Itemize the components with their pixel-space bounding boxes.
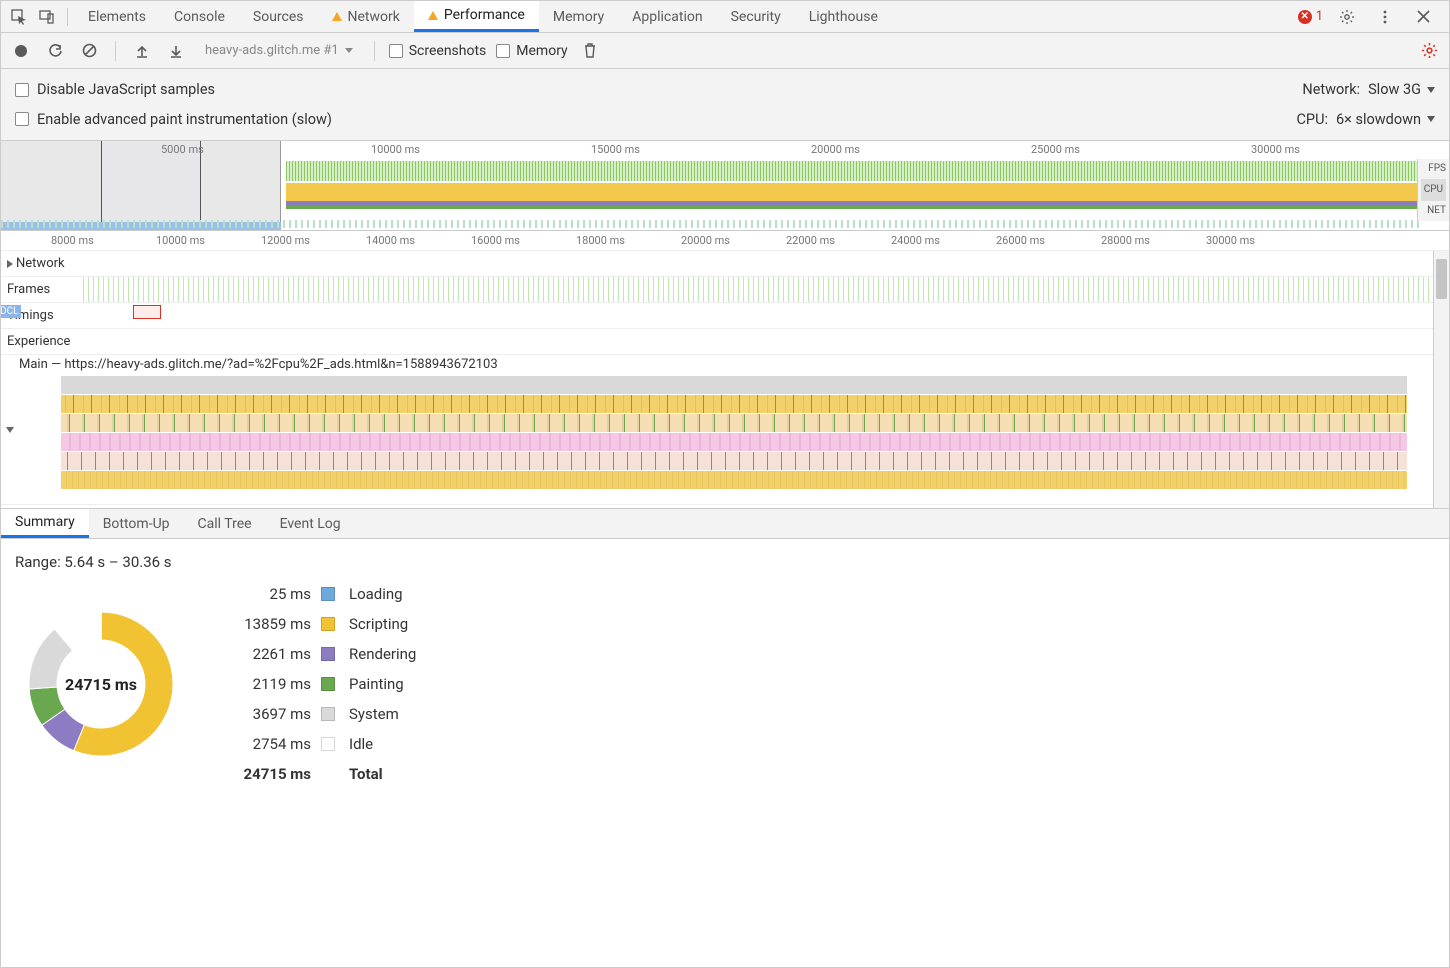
main-track-title: Main — https://heavy-ads.glitch.me/?ad=%… (19, 357, 498, 372)
overview-lane-labels: FPS CPU NET (1417, 159, 1449, 221)
cpu-throttle-label: CPU: (1296, 111, 1328, 128)
flame-row[interactable] (61, 452, 1407, 470)
swatch-system (321, 707, 335, 721)
swatch-rendering (321, 647, 335, 661)
swatch-idle (321, 737, 335, 751)
tab-call-tree[interactable]: Call Tree (184, 509, 266, 538)
flame-row[interactable] (61, 395, 1407, 413)
network-throttle-label: Network: (1302, 81, 1360, 98)
separator (115, 41, 116, 61)
swatch-painting (321, 677, 335, 691)
device-toggle-icon[interactable] (33, 3, 61, 31)
clear-button[interactable] (77, 39, 101, 63)
timing-marker (133, 305, 161, 319)
capture-settings-panel: Disable JavaScript samples Network: Slow… (1, 69, 1449, 141)
flame-row[interactable] (61, 471, 1407, 489)
inspect-icon[interactable] (5, 3, 33, 31)
overview-tick: 15000 ms (591, 143, 640, 156)
tab-summary[interactable]: Summary (1, 509, 89, 538)
donut-center-total: 24715 ms (21, 604, 181, 764)
chevron-down-icon (1427, 87, 1435, 93)
tab-lighthouse[interactable]: Lighthouse (795, 1, 892, 32)
swatch-scripting (321, 617, 335, 631)
flame-chart-tracks[interactable]: Network Frames DCL Timings Experience Ma… (1, 251, 1449, 509)
capture-settings-gear-icon[interactable] (1417, 39, 1441, 63)
summary-panel: Range: 5.64 s – 30.36 s 24715 ms 25 msLo… (1, 539, 1449, 797)
devtools-tabs-bar: Elements Console Sources Network Perform… (1, 1, 1449, 33)
more-menu-icon[interactable] (1371, 3, 1399, 31)
flame-row[interactable] (61, 376, 1407, 394)
track-main[interactable]: Main — https://heavy-ads.glitch.me/?ad=%… (1, 355, 1449, 505)
track-timings[interactable]: DCL Timings (1, 303, 1449, 329)
summary-range: Range: 5.64 s – 30.36 s (15, 553, 1435, 571)
tab-network[interactable]: Network (318, 1, 414, 32)
panel-tabs: Elements Console Sources Network Perform… (74, 1, 1298, 32)
reload-button[interactable] (43, 39, 67, 63)
download-profile-button[interactable] (164, 39, 188, 63)
tab-console[interactable]: Console (160, 1, 239, 32)
network-throttle-select[interactable]: Slow 3G (1368, 81, 1435, 98)
overview-tick: 30000 ms (1251, 143, 1300, 156)
timeline-ruler[interactable]: 8000 ms 10000 ms 12000 ms 14000 ms 16000… (1, 231, 1449, 251)
swatch-loading (321, 587, 335, 601)
overview-tick: 25000 ms (1031, 143, 1080, 156)
trash-button[interactable] (578, 39, 602, 63)
track-frames[interactable]: Frames (1, 277, 1449, 303)
error-count-badge[interactable]: ✕ 1 (1298, 9, 1323, 24)
expand-icon[interactable] (7, 260, 13, 268)
settings-gear-icon[interactable] (1333, 3, 1361, 31)
separator (374, 41, 375, 61)
flame-row[interactable] (61, 414, 1407, 432)
chevron-down-icon (345, 48, 353, 53)
tab-bottom-up[interactable]: Bottom-Up (89, 509, 184, 538)
overview-tick: 5000 ms (161, 143, 204, 156)
dcl-marker: DCL (1, 305, 21, 318)
overview-tick: 20000 ms (811, 143, 860, 156)
summary-legend: 25 msLoading 13859 msScripting 2261 msRe… (221, 585, 416, 783)
track-experience[interactable]: Experience (1, 329, 1449, 355)
tab-security[interactable]: Security (717, 1, 795, 32)
warning-icon (332, 12, 342, 21)
separator (67, 8, 68, 26)
summary-donut-chart: 24715 ms (21, 604, 181, 764)
enable-paint-instrumentation-checkbox[interactable]: Enable advanced paint instrumentation (s… (15, 111, 332, 128)
tab-memory[interactable]: Memory (539, 1, 618, 32)
flame-row[interactable] (61, 433, 1407, 451)
overview-fps-lane (286, 161, 1421, 181)
timeline-overview[interactable]: 5000 ms 10000 ms 15000 ms 20000 ms 25000… (1, 141, 1449, 231)
details-tabs: Summary Bottom-Up Call Tree Event Log (1, 509, 1449, 539)
error-icon: ✕ (1298, 10, 1312, 24)
vertical-scrollbar[interactable] (1433, 251, 1449, 508)
overview-net-lane (1, 220, 1421, 228)
collapse-icon[interactable] (6, 427, 14, 433)
close-icon[interactable] (1409, 3, 1437, 31)
tab-elements[interactable]: Elements (74, 1, 160, 32)
tab-sources[interactable]: Sources (239, 1, 318, 32)
memory-checkbox[interactable]: Memory (496, 43, 567, 59)
record-button[interactable] (9, 39, 33, 63)
chevron-down-icon (1427, 116, 1435, 122)
profile-selector[interactable]: heavy-ads.glitch.me #1 (198, 40, 360, 61)
tab-application[interactable]: Application (618, 1, 716, 32)
tab-performance[interactable]: Performance (414, 1, 539, 32)
track-network[interactable]: Network (1, 251, 1449, 277)
warning-icon (428, 11, 438, 20)
cpu-throttle-select[interactable]: 6× slowdown (1336, 111, 1435, 128)
overview-tick: 10000 ms (371, 143, 420, 156)
overview-selection[interactable] (1, 141, 281, 230)
upload-profile-button[interactable] (130, 39, 154, 63)
frames-strip (83, 277, 1449, 302)
tab-event-log[interactable]: Event Log (266, 509, 355, 538)
overview-cpu-lane (286, 183, 1421, 209)
disable-js-samples-checkbox[interactable]: Disable JavaScript samples (15, 81, 215, 98)
performance-toolbar: heavy-ads.glitch.me #1 Screenshots Memor… (1, 33, 1449, 69)
screenshots-checkbox[interactable]: Screenshots (389, 43, 487, 59)
